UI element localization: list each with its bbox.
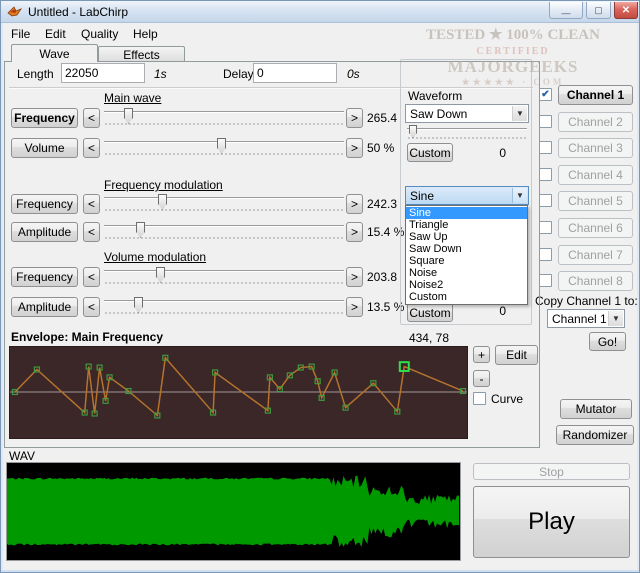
copy-channel-label: Copy Channel 1 to: bbox=[535, 294, 638, 308]
channel-4-checkbox[interactable] bbox=[539, 168, 552, 181]
channel-6-checkbox[interactable] bbox=[539, 221, 552, 234]
randomizer-button[interactable]: Randomizer bbox=[556, 425, 634, 445]
channel-2-button[interactable]: Channel 2 bbox=[558, 112, 633, 132]
channel-1-checkbox[interactable]: ✔ bbox=[539, 88, 552, 101]
waveform-option-triangle[interactable]: Triangle bbox=[406, 219, 527, 231]
channel-3-checkbox[interactable] bbox=[539, 141, 552, 154]
maximize-button[interactable]: ▢ bbox=[586, 2, 611, 19]
waveform-option-noise[interactable]: Noise bbox=[406, 267, 527, 279]
tab-wave[interactable]: Wave bbox=[11, 44, 98, 62]
channel-2-checkbox[interactable] bbox=[539, 115, 552, 128]
close-button[interactable]: ✕ bbox=[614, 2, 638, 19]
channel-4-button[interactable]: Channel 4 bbox=[558, 165, 633, 185]
chevron-down-icon: ▼ bbox=[608, 311, 623, 326]
channel-7-button[interactable]: Channel 7 bbox=[558, 245, 633, 265]
channel-8-checkbox[interactable] bbox=[539, 274, 552, 287]
menu-quality[interactable]: Quality bbox=[77, 25, 122, 42]
waveform-option-sine[interactable]: Sine bbox=[406, 207, 527, 219]
waveform-dropdown-list: SineTriangleSaw UpSaw DownSquareNoiseNoi… bbox=[405, 205, 528, 305]
waveform-option-saw-down[interactable]: Saw Down bbox=[406, 243, 527, 255]
waveform-option-custom[interactable]: Custom bbox=[406, 291, 527, 303]
menu-edit[interactable]: Edit bbox=[41, 25, 70, 42]
copy-go-button[interactable]: Go! bbox=[589, 332, 626, 351]
wav-waveform-display bbox=[6, 462, 461, 561]
channel-1-button[interactable]: Channel 1 bbox=[558, 85, 633, 105]
waveform-option-noise2[interactable]: Noise2 bbox=[406, 279, 527, 291]
mutator-button[interactable]: Mutator bbox=[560, 399, 632, 419]
waveform-option-square[interactable]: Square bbox=[406, 255, 527, 267]
app-window: Untitled - LabChirp — ▢ ✕ File Edit Qual… bbox=[0, 0, 640, 573]
waveform-option-saw-up[interactable]: Saw Up bbox=[406, 231, 527, 243]
title-bar[interactable]: Untitled - LabChirp — ▢ ✕ bbox=[1, 1, 639, 23]
wav-label: WAV bbox=[9, 449, 35, 463]
copy-channel-select[interactable]: Channel 1 ▼ bbox=[547, 309, 625, 328]
tab-effects[interactable]: Effects bbox=[98, 46, 185, 62]
play-button[interactable]: Play bbox=[473, 486, 630, 558]
channel-3-button[interactable]: Channel 3 bbox=[558, 138, 633, 158]
minimize-button[interactable]: — bbox=[549, 2, 583, 19]
menu-file[interactable]: File bbox=[7, 25, 34, 42]
stop-button[interactable]: Stop bbox=[473, 463, 630, 480]
menu-help[interactable]: Help bbox=[129, 25, 162, 42]
window-title: Untitled - LabChirp bbox=[28, 5, 128, 19]
channel-5-checkbox[interactable] bbox=[539, 194, 552, 207]
channel-7-checkbox[interactable] bbox=[539, 248, 552, 261]
app-icon bbox=[7, 4, 23, 20]
channel-5-button[interactable]: Channel 5 bbox=[558, 191, 633, 211]
channel-6-button[interactable]: Channel 6 bbox=[558, 218, 633, 238]
channel-8-button[interactable]: Channel 8 bbox=[558, 271, 633, 291]
